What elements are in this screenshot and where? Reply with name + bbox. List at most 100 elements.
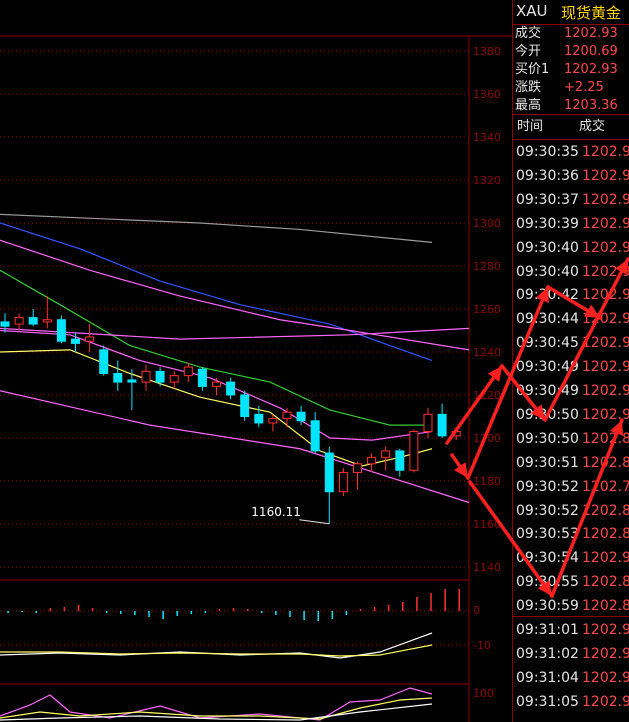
tick-time: 09:30:53 bbox=[516, 526, 579, 543]
tick-price: 1202.82 bbox=[582, 430, 629, 447]
quote-row: 最高 1203.36 bbox=[513, 97, 629, 115]
tick-row[interactable]: 09:30:40 1202.9 bbox=[513, 261, 629, 284]
tick-row[interactable]: 09:31:041202.94 bbox=[513, 667, 629, 690]
quote-row: 成交 1202.93 bbox=[513, 25, 629, 43]
tick-row[interactable]: 09:30:441202.92 bbox=[513, 308, 629, 331]
tick-time: 09:30:37 bbox=[516, 191, 579, 208]
tick-row[interactable]: 09:30:391202.92 bbox=[513, 213, 629, 236]
price-tick-label: 1220 bbox=[473, 389, 501, 402]
tick-row[interactable]: 09:30:501202.92 bbox=[513, 404, 629, 427]
tick-time: 09:30:44 bbox=[516, 311, 579, 328]
tick-time: 09:30:49 bbox=[516, 359, 579, 376]
tick-price: 1202.91 bbox=[582, 359, 629, 376]
tick-row[interactable]: 09:30:421202.93 bbox=[513, 284, 629, 307]
candle-body bbox=[155, 370, 165, 383]
tick-time: 09:30:39 bbox=[516, 215, 579, 232]
candle-body bbox=[14, 317, 24, 325]
candle-body bbox=[353, 463, 362, 473]
tick-row[interactable]: 09:30:451202.96 bbox=[513, 332, 629, 355]
tick-time: 09:30:52 bbox=[516, 502, 579, 519]
candle-body bbox=[338, 471, 348, 493]
candle-body bbox=[197, 368, 207, 387]
quote-label: 买价1 bbox=[515, 62, 550, 77]
candle-body bbox=[310, 420, 320, 452]
tick-row[interactable]: 09:30:531202.86 bbox=[513, 523, 629, 546]
quote-row: 涨跌 +2.25 bbox=[513, 79, 629, 97]
tick-row[interactable]: 09:30:491202.95 bbox=[513, 380, 629, 403]
tick-row[interactable]: 09:31:021202.91 bbox=[513, 643, 629, 666]
tick-row[interactable]: 09:30:351202.92 bbox=[513, 141, 629, 164]
tick-row[interactable]: 09:30:511202.81 bbox=[513, 452, 629, 475]
tick-price: 1202.92 bbox=[582, 406, 629, 423]
candle-body bbox=[296, 411, 306, 422]
tick-time: 09:30:40 bbox=[516, 239, 579, 256]
tick-price: 1202.86 bbox=[582, 526, 629, 543]
candle-body bbox=[85, 336, 95, 342]
tick-price: 1202.96 bbox=[582, 622, 629, 638]
tick-time: 09:30:50 bbox=[516, 406, 579, 423]
candle-body bbox=[395, 450, 405, 471]
tick-row[interactable]: 09:30:551202.87 bbox=[513, 571, 629, 594]
price-tick-label: 1360 bbox=[473, 88, 501, 101]
tick-row[interactable]: 09:30:371202.95 bbox=[513, 189, 629, 212]
tick-row[interactable]: 09:30:361202.94 bbox=[513, 165, 629, 188]
tick-time: 09:30:40 bbox=[516, 263, 579, 280]
quote-label: 最高 bbox=[515, 98, 542, 113]
candle-body bbox=[226, 381, 236, 396]
tick-time: 09:30:51 bbox=[516, 454, 579, 471]
quote-header: XAU 现货黄金 bbox=[513, 0, 629, 25]
tick-time: 09:30:45 bbox=[516, 335, 579, 352]
tick-row[interactable]: 09:30:521202.87 bbox=[513, 500, 629, 523]
quote-row: 今开 1200.69 bbox=[513, 43, 629, 61]
price-tick-label: 1140 bbox=[473, 561, 501, 574]
tick-price: 1202.95 bbox=[582, 191, 629, 208]
tick-time: 09:31:02 bbox=[516, 645, 579, 662]
tick-row[interactable]: 09:30:401202.95 bbox=[513, 237, 629, 260]
tick-price: 1202.94 bbox=[582, 550, 629, 567]
tick-time: 09:30:52 bbox=[516, 478, 579, 495]
tick-time: 09:31:01 bbox=[516, 622, 579, 638]
candle-body bbox=[113, 373, 123, 383]
tick-row[interactable]: 09:30:541202.94 bbox=[513, 547, 629, 570]
chart-canvas: 1380 1360 1340 1320 1300 1280 1260 1240 1220 1200… bbox=[0, 35, 512, 722]
tick-price: 1202.93 bbox=[582, 287, 629, 304]
tick-time: 09:30:42 bbox=[516, 287, 579, 304]
tick-row[interactable]: 09:30:491202.91 bbox=[513, 356, 629, 379]
candle-body bbox=[367, 456, 377, 465]
tick-price: 1202.92 bbox=[582, 144, 629, 160]
time-column-header: 时间 bbox=[517, 119, 544, 134]
divider bbox=[513, 616, 629, 617]
divider bbox=[513, 114, 629, 115]
candle-body bbox=[268, 418, 278, 424]
tick-row[interactable]: 09:31:011202.96 bbox=[513, 619, 629, 642]
tick-time: 09:31:05 bbox=[516, 693, 579, 710]
ma-mid-line bbox=[0, 239, 470, 351]
tick-row[interactable]: 09:30:521202.77 bbox=[513, 476, 629, 499]
tick-time: 09:30:50 bbox=[516, 430, 579, 447]
candle-body bbox=[169, 375, 179, 383]
tick-time: 09:30:59 bbox=[516, 598, 579, 615]
tick-price: 1202.92 bbox=[582, 215, 629, 232]
tick-time: 09:31:04 bbox=[516, 669, 579, 686]
macd-indicator-panel: 0 -10 bbox=[0, 579, 491, 659]
candle-body bbox=[423, 413, 433, 433]
candle-body bbox=[437, 413, 447, 437]
quote-label: 涨跌 bbox=[515, 80, 542, 95]
candle-body bbox=[0, 321, 10, 327]
candle-body bbox=[71, 338, 80, 344]
quote-value: 1200.69 bbox=[564, 44, 618, 59]
tick-price: 1202.87 bbox=[582, 502, 629, 519]
ma-green-line bbox=[0, 269, 432, 426]
ma-short-line bbox=[0, 349, 433, 467]
candle-body bbox=[324, 452, 334, 493]
divider bbox=[513, 139, 629, 140]
annotation-label: 1160.11 bbox=[251, 505, 301, 519]
candle-body bbox=[42, 319, 52, 323]
channel-lower-line bbox=[0, 390, 470, 504]
tick-time: 09:30:36 bbox=[516, 167, 579, 184]
tick-row[interactable]: 09:30:501202.82 bbox=[513, 428, 629, 451]
tick-row[interactable]: 09:30:591202.86 bbox=[513, 595, 629, 618]
candlestick-chart[interactable]: 1380 1360 1340 1320 1300 1280 1260 1240 1220 1200… bbox=[0, 0, 512, 722]
tick-row[interactable]: 09:31:051202.93 bbox=[513, 691, 629, 714]
quote-value: 1202.93 bbox=[564, 62, 618, 77]
